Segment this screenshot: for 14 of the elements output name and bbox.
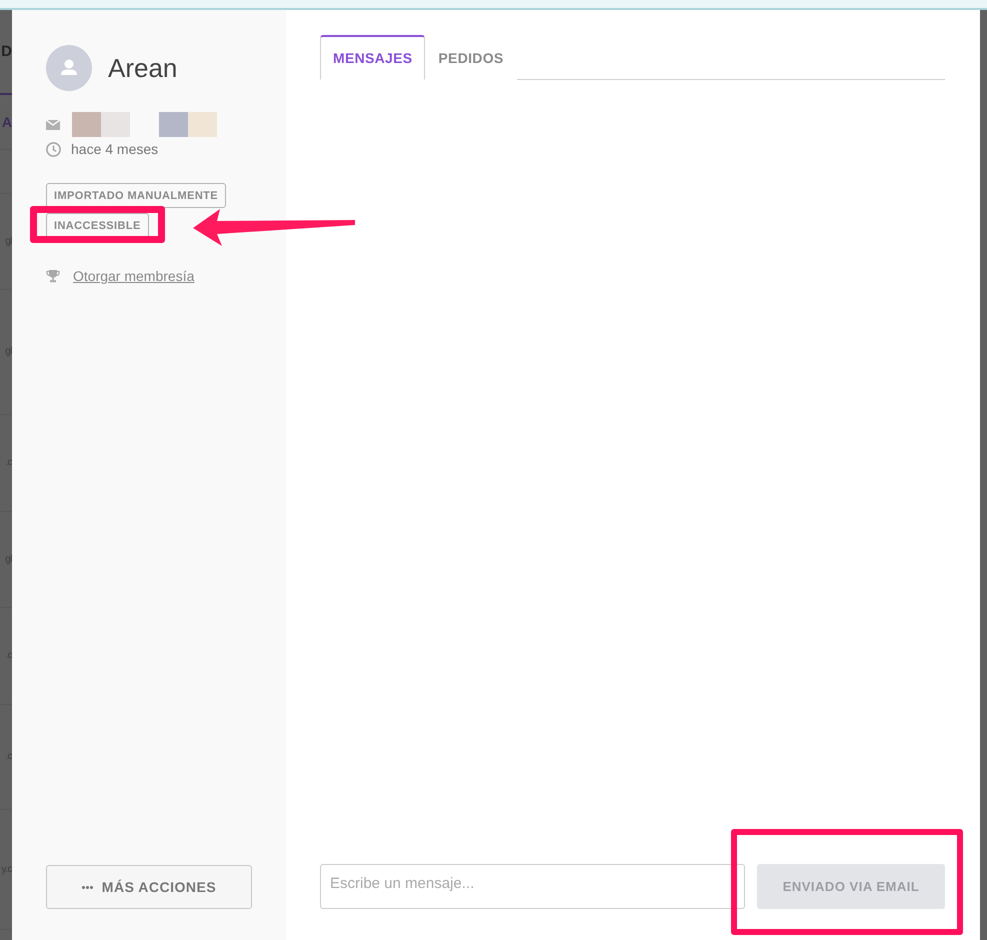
tag: IMPORTADO MANUALMENTE [46,182,226,208]
avatar-icon [46,45,92,91]
grant-membership-link[interactable]: Otorgar membresía [73,268,194,284]
tag: INACCESSIBLE [46,212,149,238]
tab[interactable]: MENSAJES [320,35,426,80]
background-heading-text: D [1,44,12,59]
trophy-icon [46,268,60,283]
ellipsis-icon [82,886,93,888]
more-actions-button[interactable]: MÁS ACCIONES [46,865,252,909]
mail-icon [46,120,60,130]
message-field[interactable]: Escribe un mensaje... [320,864,745,909]
clock-icon [46,142,61,157]
last-seen-text: hace 4 meses [71,141,158,158]
contact-name: Arean [108,55,178,81]
